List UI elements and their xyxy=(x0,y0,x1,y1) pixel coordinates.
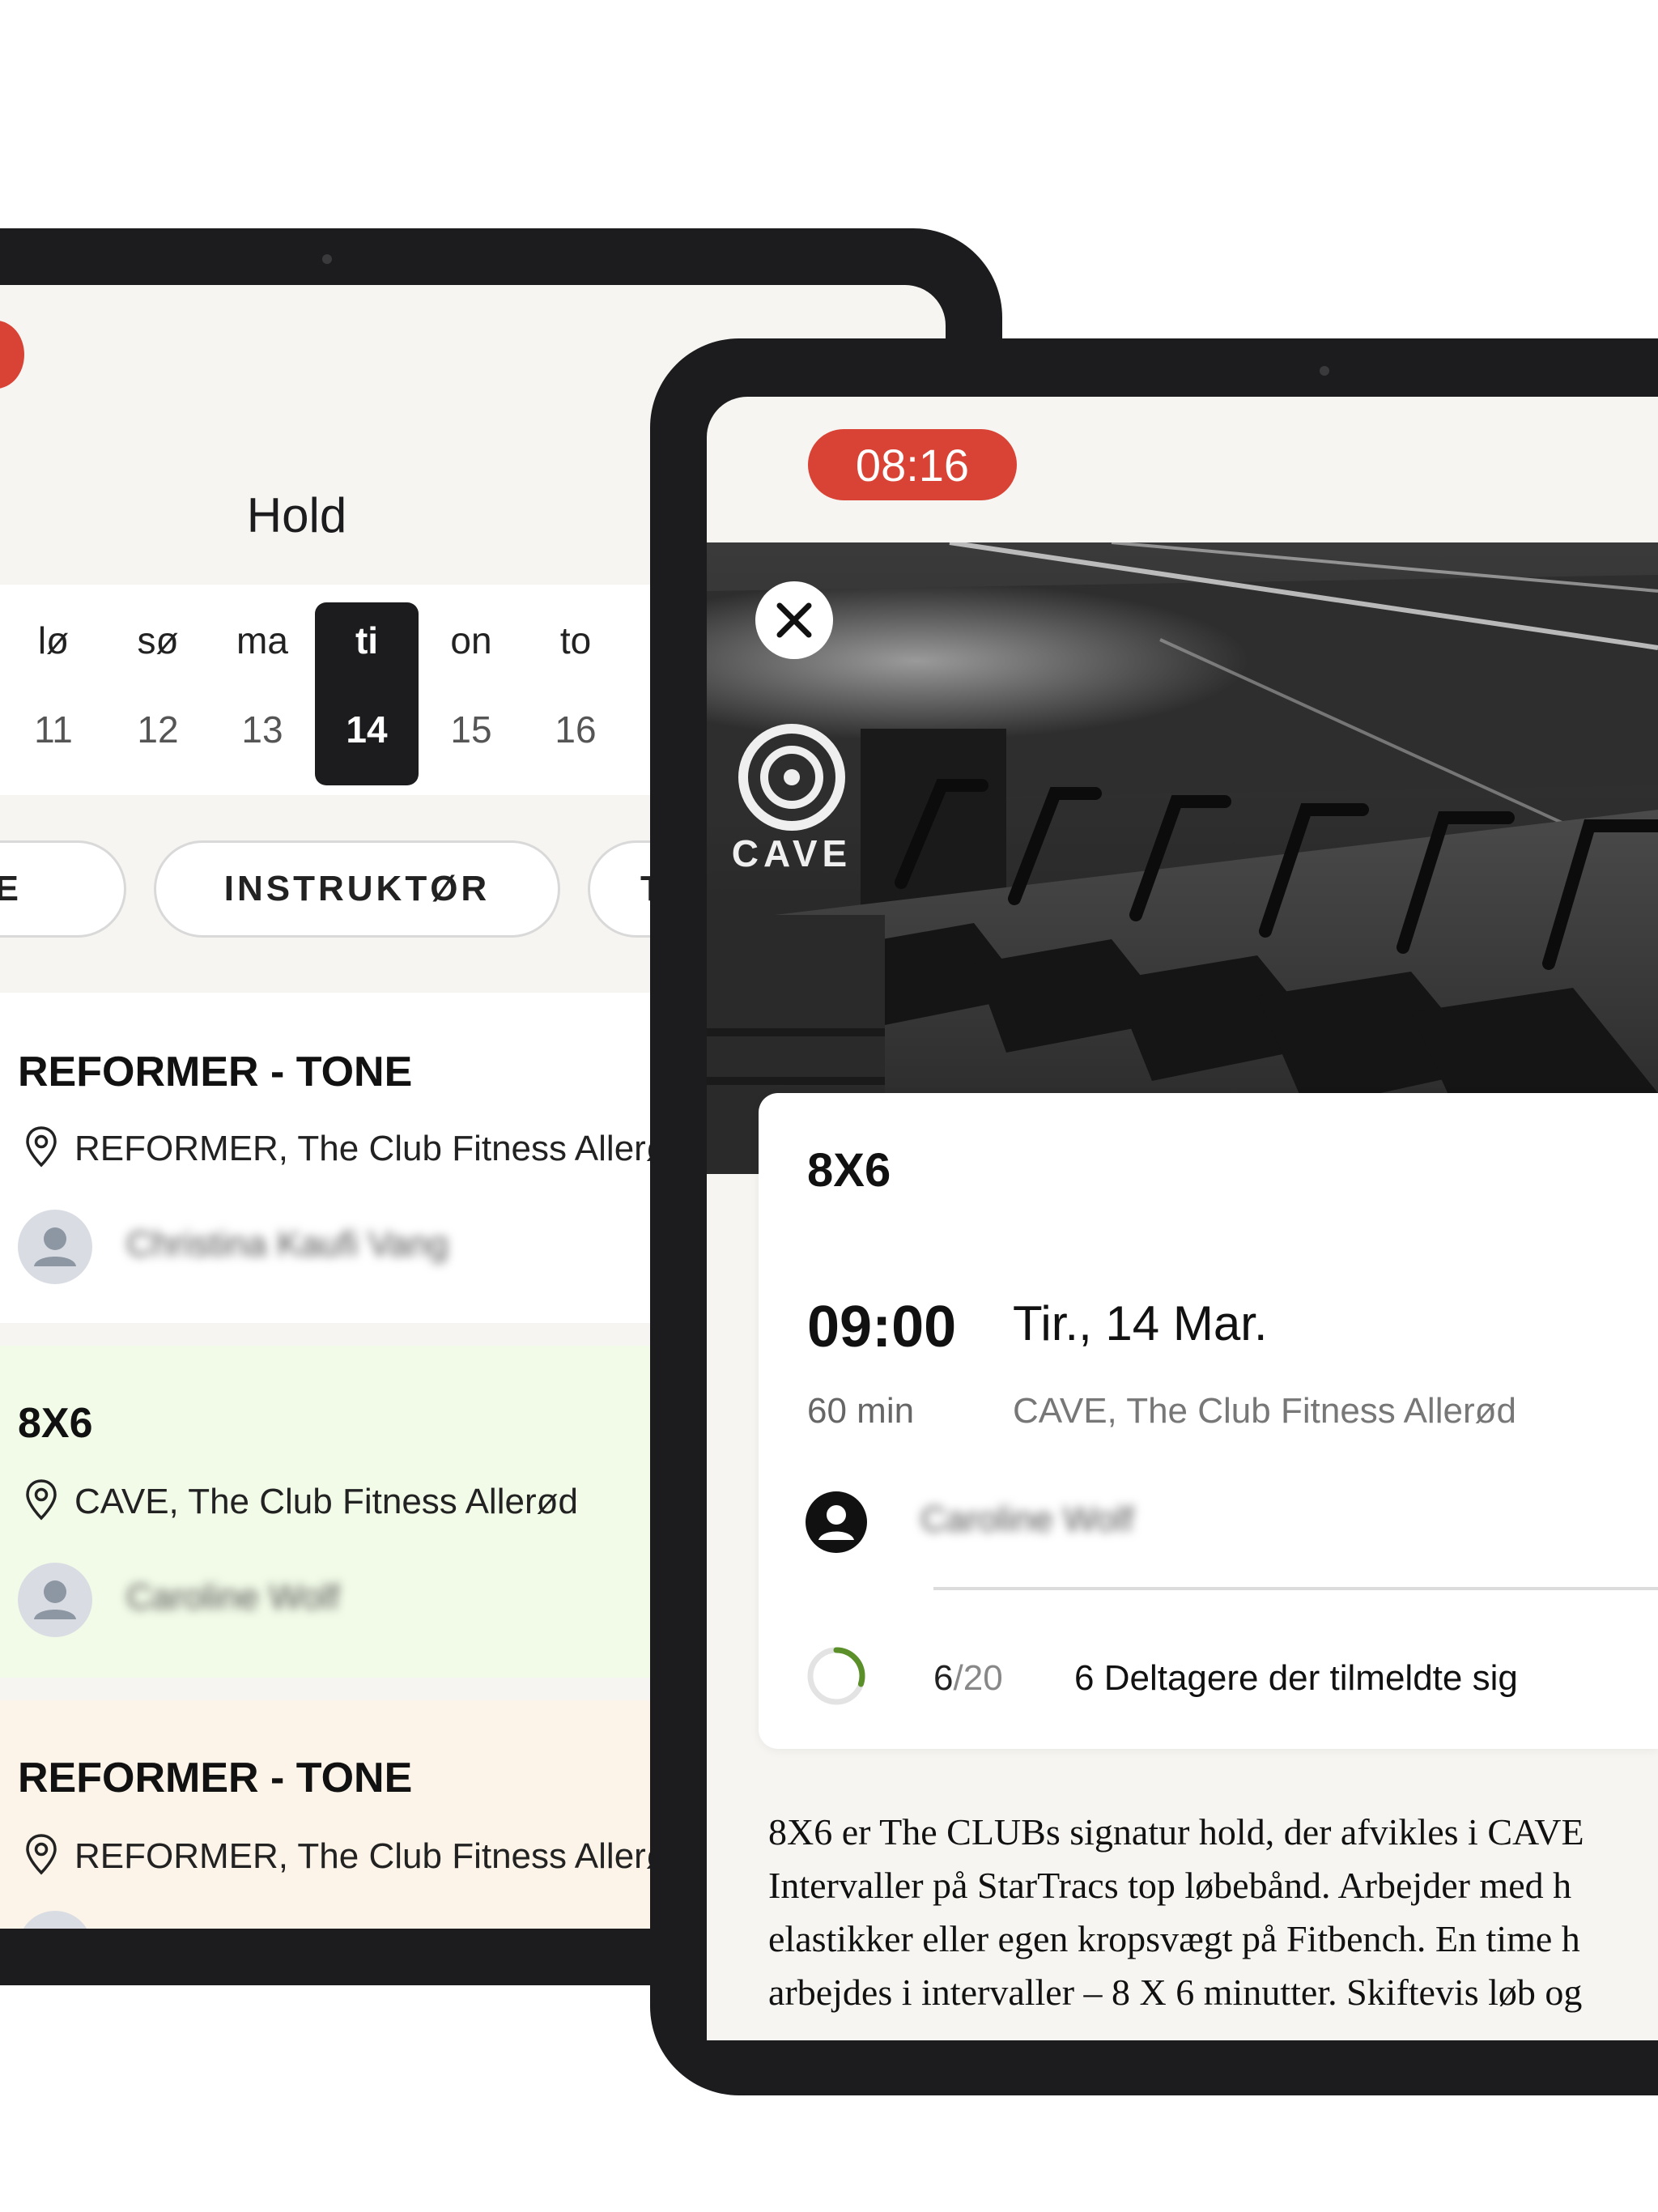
class-title: REFORMER - TONE xyxy=(18,1049,413,1095)
day-name: on xyxy=(450,619,492,661)
day-number: 13 xyxy=(241,708,283,751)
day-lo-11[interactable]: lø 11 xyxy=(2,602,105,785)
day-ma-13[interactable]: ma 13 xyxy=(210,602,314,785)
front-tablet-screen: 08:16 CAVE 8X6 09:00 Tir., 14 Mar. 60 mi… xyxy=(707,397,1658,2040)
class-date: Tir., 14 Mar. xyxy=(1013,1296,1268,1351)
class-duration: 60 min xyxy=(807,1391,915,1431)
participants-progress-ring xyxy=(807,1647,865,1705)
participants-count: 6/20 xyxy=(933,1658,1003,1699)
close-icon xyxy=(776,602,812,638)
day-number: 14 xyxy=(346,708,388,751)
description-line: Intervaller på StarTracs top løbebånd. A… xyxy=(768,1865,1572,1906)
class-location: REFORMER, The Club Fitness Allerød xyxy=(74,1836,688,1876)
close-button[interactable] xyxy=(755,581,833,659)
filter-chip-instruktor[interactable]: INSTRUKTØR xyxy=(154,840,560,938)
back-tablet-camera xyxy=(322,254,332,264)
class-hero-image: CAVE xyxy=(707,542,1658,1174)
day-name: ti xyxy=(355,619,379,661)
instructor-name: Christina Kaufi Vang xyxy=(126,1224,449,1264)
day-to-16[interactable]: to 16 xyxy=(524,602,627,785)
participants-current: 6 xyxy=(933,1658,954,1698)
class-description: 8X6 er The CLUBs signatur hold, der afvi… xyxy=(768,1806,1658,2019)
red-status-dot[interactable] xyxy=(0,321,24,389)
person-icon xyxy=(34,1227,76,1266)
description-line: 8X6 er The CLUBs signatur hold, der afvi… xyxy=(768,1811,1584,1853)
class-title: 8X6 xyxy=(18,1400,93,1447)
day-ti-14-selected[interactable]: ti 14 xyxy=(315,602,419,785)
day-name: lø xyxy=(37,619,70,661)
day-on-15[interactable]: on 15 xyxy=(419,602,523,785)
participants-label: 6 Deltagere der tilmeldte sig xyxy=(1074,1658,1518,1698)
class-title: REFORMER - TONE xyxy=(18,1755,413,1802)
participants-separator: / xyxy=(953,1658,963,1698)
filter-chip-partial[interactable]: E xyxy=(0,840,126,938)
instructor-name: Caroline Wolf xyxy=(126,1577,340,1617)
divider xyxy=(933,1587,1658,1590)
class-name: 8X6 xyxy=(807,1144,891,1197)
page-title: Hold xyxy=(246,488,347,542)
location-pin-icon xyxy=(26,1834,57,1875)
description-line: arbejdes i intervaller – 8 X 6 minutter.… xyxy=(768,1972,1583,2013)
day-number: 15 xyxy=(450,708,492,751)
class-start-time: 09:00 xyxy=(807,1295,957,1359)
avatar xyxy=(18,1911,92,1929)
cave-logo-text: CAVE xyxy=(732,832,852,874)
front-tablet-camera xyxy=(1320,366,1329,376)
day-name: sø xyxy=(137,619,179,661)
avatar xyxy=(18,1563,92,1637)
class-location: CAVE, The Club Fitness Allerød xyxy=(74,1482,578,1521)
instructor-name: Caroline Wolf xyxy=(920,1499,1134,1539)
clock-pill: 08:16 xyxy=(808,429,1017,500)
description-line: elastikker eller egen kropsvægt på Fitbe… xyxy=(768,1918,1580,1959)
avatar xyxy=(18,1210,92,1284)
class-place: CAVE, The Club Fitness Allerød xyxy=(1013,1391,1516,1431)
day-so-12[interactable]: sø 12 xyxy=(106,602,210,785)
day-number: 12 xyxy=(137,708,179,751)
day-number: 16 xyxy=(555,708,597,751)
class-info-card: 8X6 09:00 Tir., 14 Mar. 60 min CAVE, The… xyxy=(759,1093,1658,1749)
cave-logo: CAVE xyxy=(732,724,852,874)
day-number: 11 xyxy=(34,708,73,751)
location-pin-icon xyxy=(26,1126,57,1168)
participants-capacity: 20 xyxy=(963,1658,1003,1698)
class-location: REFORMER, The Club Fitness Allerød xyxy=(74,1129,688,1168)
user-circle-icon xyxy=(806,1491,867,1553)
day-name: ma xyxy=(236,619,288,661)
day-name: to xyxy=(559,619,592,661)
person-icon xyxy=(34,1580,76,1619)
treadmill-room-image: CAVE xyxy=(707,542,1658,1174)
location-pin-icon xyxy=(26,1479,57,1521)
